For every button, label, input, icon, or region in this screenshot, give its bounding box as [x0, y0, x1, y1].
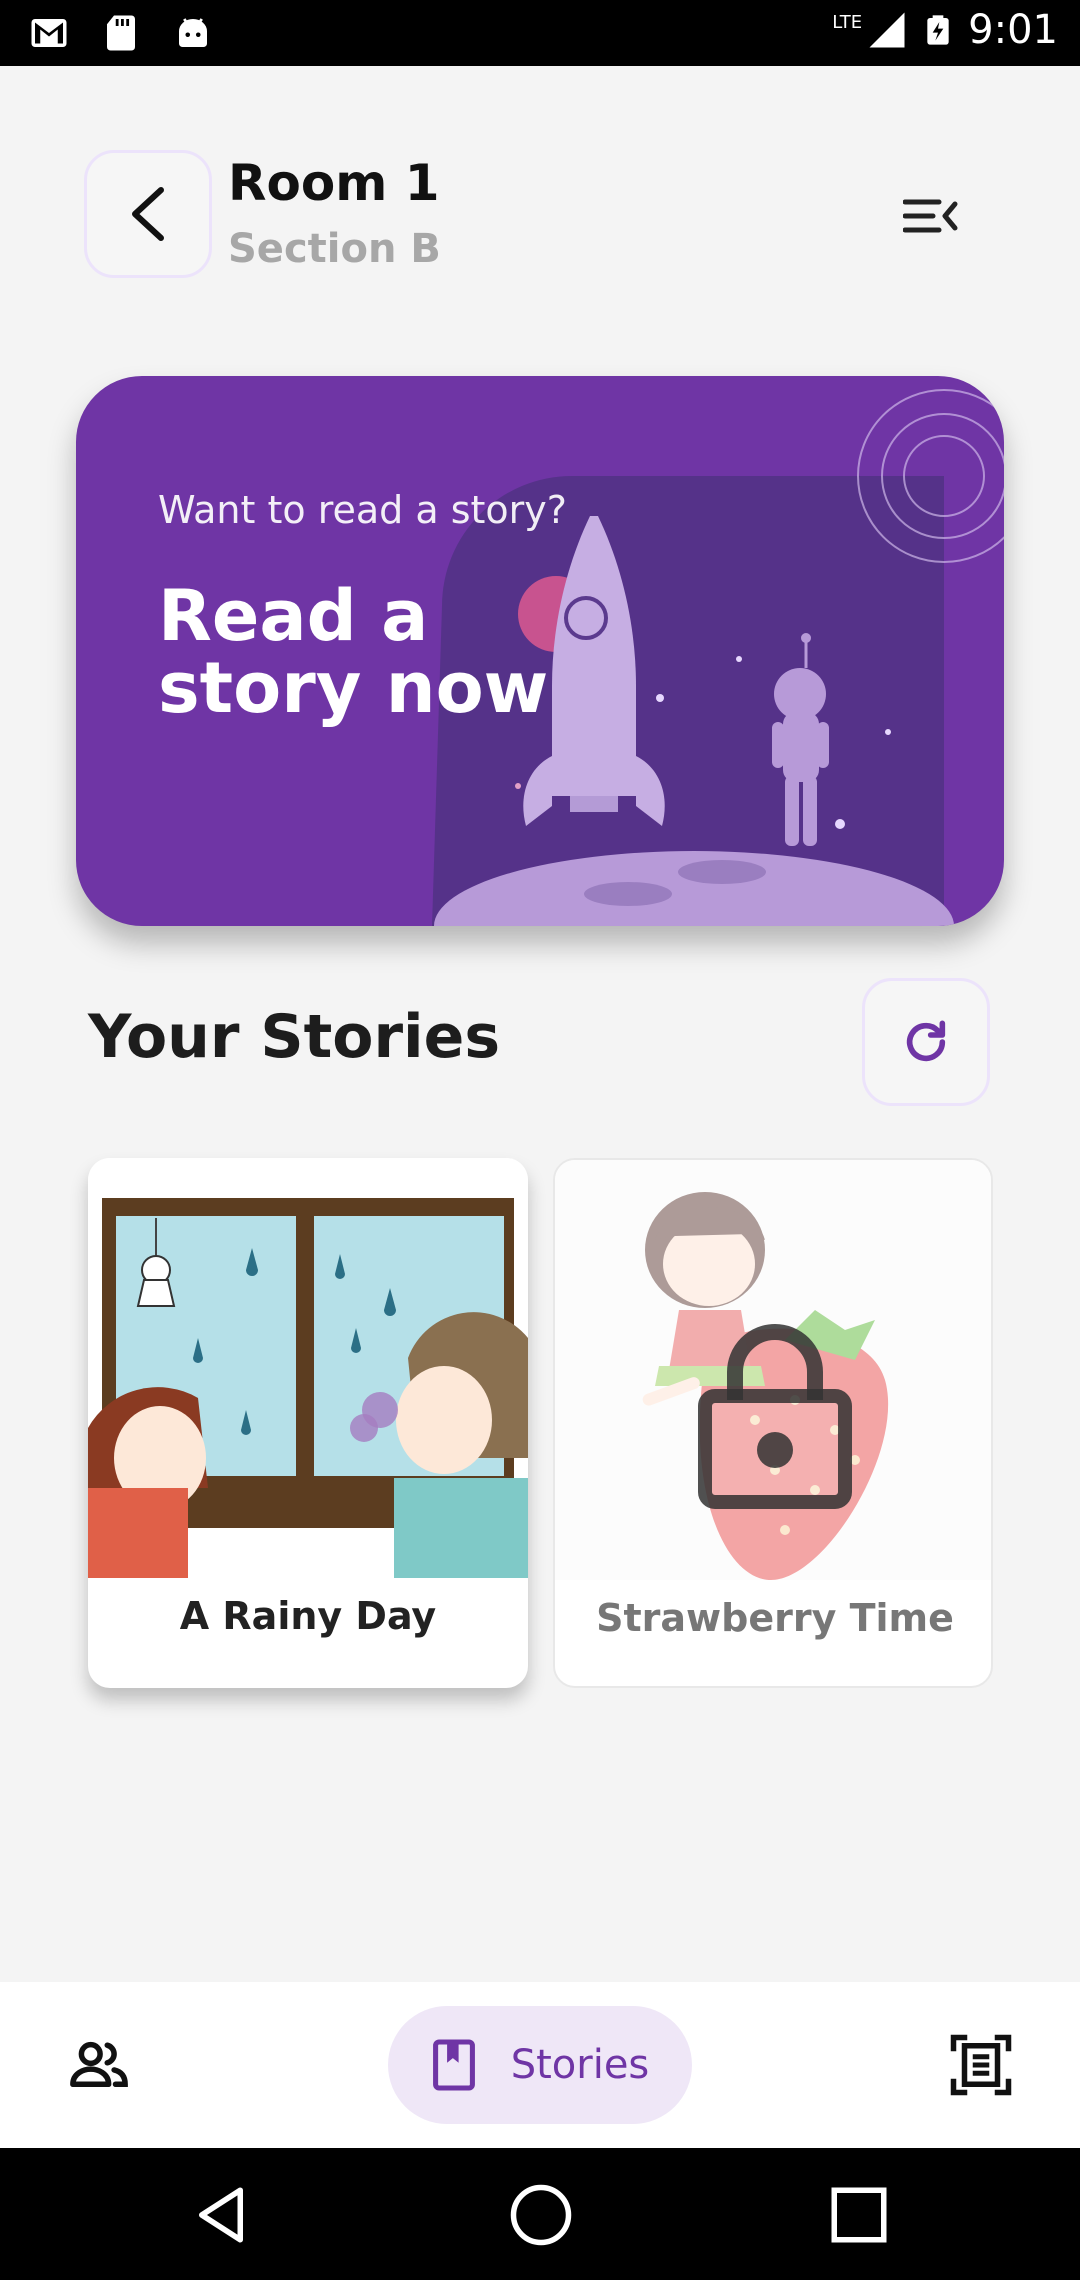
section-title: Your Stories	[88, 1002, 501, 1072]
page-subtitle: Section B	[228, 226, 441, 272]
gmail-icon	[31, 19, 67, 47]
menu-collapse-icon	[903, 199, 958, 233]
clock: 9:01	[968, 7, 1058, 53]
status-left-icons	[28, 12, 214, 54]
rainy-day-cover-image	[88, 1158, 528, 1578]
home-circle-icon[interactable]	[508, 2182, 574, 2248]
menu-button[interactable]	[896, 186, 966, 246]
story-card-rainy-day[interactable]: A Rainy Day	[88, 1158, 528, 1688]
book-icon	[432, 2039, 475, 2091]
network-type-label: LTE	[832, 12, 863, 33]
nav-tab-stories[interactable]: Stories	[388, 2006, 692, 2124]
nav-tab-label: Stories	[510, 2042, 650, 2088]
chevron-left-icon	[132, 187, 164, 241]
lock-icon	[698, 1324, 852, 1509]
story-card-strawberry-time[interactable]: Strawberry Time	[553, 1158, 993, 1688]
document-scan-icon[interactable]	[948, 2032, 1014, 2098]
back-button[interactable]	[84, 150, 212, 278]
people-icon[interactable]	[66, 2032, 132, 2098]
story-title: Strawberry Time	[596, 1596, 954, 1640]
android-icon	[179, 18, 207, 47]
signal-icon	[869, 12, 905, 48]
refresh-icon	[906, 1020, 946, 1062]
bottom-navigation: Stories	[0, 1982, 1080, 2148]
system-navigation-bar	[0, 2148, 1080, 2280]
recents-square-icon[interactable]	[826, 2182, 892, 2248]
back-triangle-icon[interactable]	[188, 2182, 254, 2248]
story-title: A Rainy Day	[179, 1594, 437, 1638]
status-right-icons: LTE 9:01	[832, 6, 1058, 54]
banner-title: Read a story now	[158, 575, 549, 729]
page-title: Room 1	[228, 154, 440, 212]
battery-charging-icon	[927, 15, 949, 45]
banner-kicker: Want to read a story?	[158, 488, 567, 532]
status-bar: LTE 9:01	[0, 0, 1080, 66]
sd-card-icon	[107, 15, 135, 51]
refresh-button[interactable]	[862, 978, 990, 1106]
read-story-banner[interactable]: Want to read a story? Read a story now	[76, 376, 1004, 926]
